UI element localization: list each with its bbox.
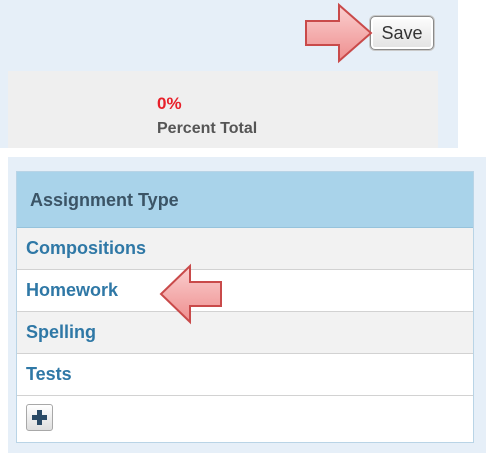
assignment-type-row-compositions[interactable]: Compositions <box>17 228 473 270</box>
callout-arrow-left-icon <box>159 263 222 325</box>
assignment-type-header: Assignment Type <box>17 172 473 228</box>
percent-total-value: 0% <box>157 94 182 113</box>
add-assignment-type-button[interactable] <box>26 404 53 431</box>
add-row <box>17 396 473 441</box>
assignment-type-table: Assignment Type Compositions Homework Sp… <box>16 171 474 443</box>
percent-total-label: Percent Total <box>157 120 258 137</box>
assignment-type-panel: Assignment Type Compositions Homework Sp… <box>8 157 486 453</box>
save-button[interactable]: Save <box>370 16 434 50</box>
assignment-settings-screen: 0% Percent Total Save Assignment Type Co… <box>0 0 486 453</box>
top-panel: 0% Percent Total Save <box>0 0 458 148</box>
plus-icon <box>32 410 47 425</box>
percent-total-box: 0% Percent Total <box>8 71 438 148</box>
assignment-type-row-homework[interactable]: Homework <box>17 270 473 312</box>
assignment-type-row-spelling[interactable]: Spelling <box>17 312 473 354</box>
callout-arrow-icon <box>305 2 373 64</box>
assignment-type-row-tests[interactable]: Tests <box>17 354 473 396</box>
